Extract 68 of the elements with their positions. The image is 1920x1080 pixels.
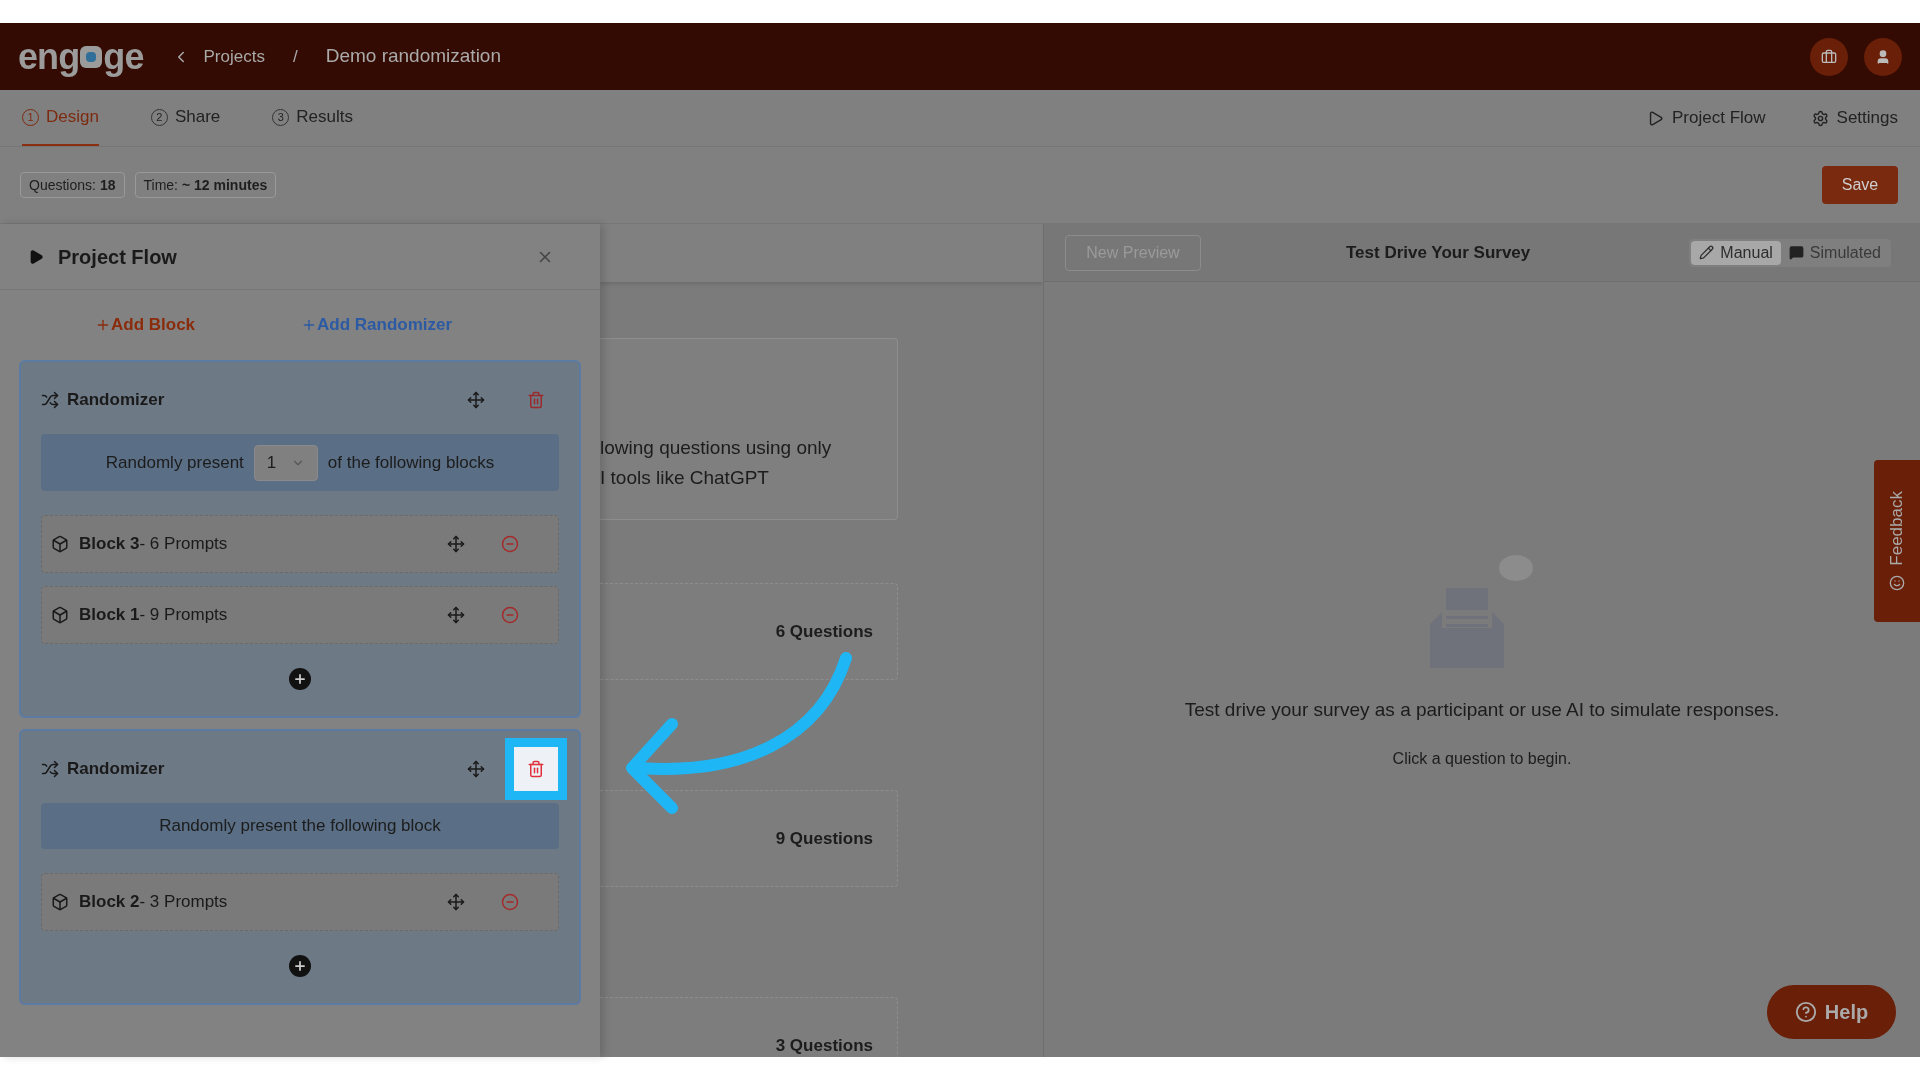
question-card[interactable]: lowing questions using only I tools like ChatGPT (600, 338, 898, 520)
block-name: Block 3- 6 Prompts (79, 533, 228, 556)
logo[interactable]: eng ge (18, 38, 144, 75)
question-count: 6 Questions (775, 620, 873, 643)
settings-icon (1811, 109, 1829, 127)
block-card[interactable]: 9 Questions (600, 790, 898, 887)
chat-icon (1788, 245, 1804, 260)
plus-icon (95, 317, 111, 333)
shuffle-icon (41, 760, 59, 778)
question-text: lowing questions using only (600, 436, 833, 460)
pencil-icon (1699, 245, 1715, 260)
save-button[interactable]: Save (1822, 166, 1898, 204)
help-button[interactable]: Help (1767, 985, 1896, 1039)
tab[interactable]: 2 Share (150, 90, 221, 146)
toolbar-link[interactable]: Project Flow (1647, 105, 1766, 131)
breadcrumb-separator: / (292, 45, 298, 68)
smile-icon (1889, 575, 1905, 592)
trash-icon (527, 760, 545, 778)
block-name: Block 1- 9 Prompts (79, 604, 228, 627)
block-row[interactable]: Block 1- 9 Prompts (41, 586, 559, 644)
add-block-icon[interactable] (289, 668, 311, 690)
randomizer-title: Randomizer (67, 758, 165, 781)
user-icon (1875, 48, 1891, 65)
cube-icon (51, 893, 69, 911)
preview-message: Test drive your survey as a participant or use AI to simulate responses. (1184, 698, 1780, 722)
block-card[interactable]: 6 Questions (600, 583, 898, 680)
cube-icon (51, 606, 69, 624)
trash-icon (527, 391, 545, 409)
preview-hint: Click a question to begin. (1392, 748, 1572, 769)
shuffle-icon (41, 391, 59, 409)
speech-bubble-icon (80, 45, 103, 68)
mode-option[interactable]: Simulated (1780, 240, 1889, 265)
tab[interactable]: 3 Results (272, 90, 353, 146)
question-count: 3 Questions (775, 1034, 873, 1057)
move-icon[interactable] (467, 391, 485, 409)
present-bar: Randomly present the following block (41, 803, 559, 849)
present-label: Randomly present (105, 451, 244, 474)
cube-icon (51, 535, 69, 553)
preview-title: Test Drive Your Survey (1346, 241, 1531, 264)
mode-option[interactable]: Manual (1691, 240, 1781, 265)
present-label: of the following blocks (327, 451, 495, 474)
toolbox-button[interactable] (1810, 37, 1848, 76)
toolbar-link[interactable]: Settings (1811, 105, 1898, 131)
help-icon (1794, 1001, 1817, 1023)
avatar-button[interactable] (1864, 37, 1902, 76)
question-count: 9 Questions (775, 827, 873, 850)
move-icon[interactable] (447, 606, 465, 624)
feedback-tab[interactable]: Feedback (1874, 460, 1920, 622)
add-block-icon[interactable] (289, 955, 311, 977)
move-icon[interactable] (447, 535, 465, 553)
add-block-button[interactable]: Add Block (95, 312, 196, 338)
count-select[interactable]: 1 (253, 444, 318, 481)
block-name: Block 2- 3 Prompts (79, 891, 228, 914)
triangle-icon (28, 248, 44, 265)
move-icon[interactable] (467, 760, 485, 778)
panel-title: Project Flow (58, 244, 177, 270)
breadcrumb-link[interactable]: Projects (203, 43, 265, 70)
randomizer-title: Randomizer (67, 389, 165, 412)
move-icon[interactable] (447, 893, 465, 911)
play-icon (1647, 109, 1665, 127)
question-text: I tools like ChatGPT (600, 466, 770, 490)
stat-badge: Questions: 18 (20, 172, 125, 198)
block-card[interactable]: 3 Questions (600, 997, 898, 1057)
block-row[interactable]: Block 2- 3 Prompts (41, 873, 559, 931)
briefcase-icon (1821, 48, 1837, 65)
project-name: Demo randomization (325, 44, 501, 69)
block-row[interactable]: Block 3- 6 Prompts (41, 515, 559, 573)
stat-badge: Time: ~ 12 minutes (134, 172, 277, 198)
